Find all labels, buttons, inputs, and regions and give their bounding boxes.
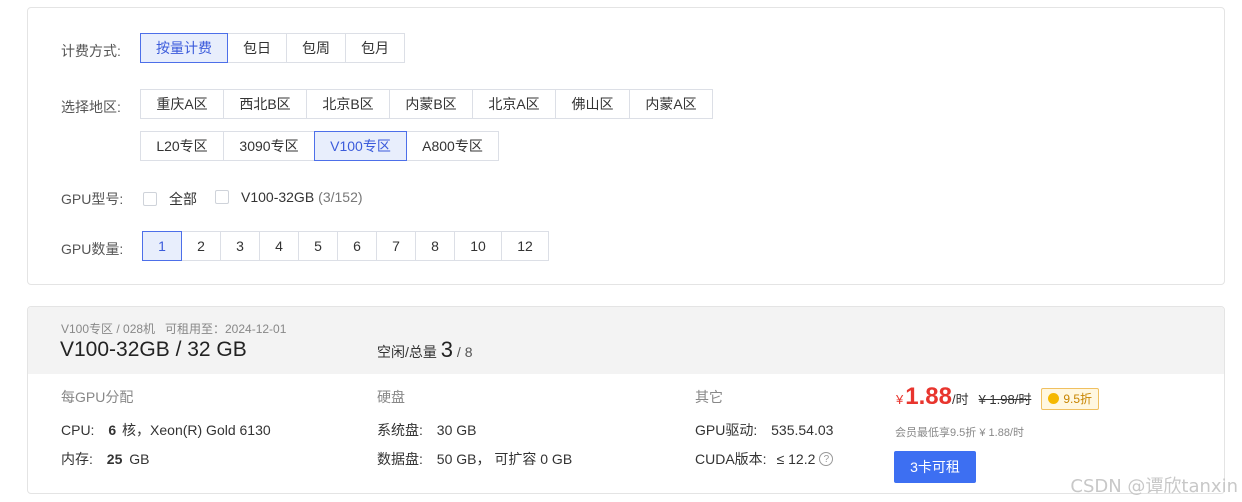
gpu-count-option[interactable]: 12 (501, 231, 549, 261)
region-option[interactable]: 北京A区 (472, 89, 556, 119)
filter-panel: 计费方式: 按量计费 包日 包周 包月 选择地区: 重庆A区 西北B区 北京B区… (27, 7, 1225, 285)
gpu-model-count: (3/152) (318, 189, 363, 205)
region-label: 选择地区: (61, 99, 121, 115)
checkbox-icon (143, 192, 157, 206)
gpu-model-all-checkbox[interactable]: 全部 (143, 189, 197, 209)
region-option[interactable]: A800专区 (406, 131, 499, 161)
machine-title: V100-32GB / 32 GB (60, 338, 247, 361)
billing-option-weekly[interactable]: 包周 (286, 33, 346, 63)
data-disk-value: 50 GB， 可扩容 0 GB (436, 451, 573, 467)
gpu-count-options: 1 2 3 4 5 6 7 8 10 12 (142, 231, 549, 261)
coin-icon (1048, 393, 1060, 404)
price-block: ¥ 1.88 /时 ¥ 1.98/时 9.5折 (896, 383, 1100, 411)
machine-card: V100专区 / 028机 可租用至：2024-12-01 V100-32GB … (27, 306, 1225, 494)
memory-label: 内存: (61, 451, 93, 467)
price-unit: /时 (951, 392, 969, 407)
cpu-label: CPU: (61, 422, 95, 438)
billing-label: 计费方式: (61, 43, 121, 59)
region-option[interactable]: 重庆A区 (140, 89, 224, 119)
discount-text: 9.5折 (1063, 392, 1093, 406)
billing-options: 按量计费 包日 包周 包月 (140, 33, 405, 63)
gpu-count-option[interactable]: 7 (376, 231, 416, 261)
region-option[interactable]: L20专区 (140, 131, 224, 161)
gpu-driver-label: GPU驱动: (695, 422, 758, 438)
region-option[interactable]: 内蒙B区 (389, 89, 473, 119)
memory-row: 内存: 25 GB (61, 449, 149, 469)
gpu-count-option[interactable]: 4 (259, 231, 299, 261)
gpu-count-option[interactable]: 10 (454, 231, 502, 261)
help-icon[interactable]: ? (819, 452, 834, 466)
billing-option-daily[interactable]: 包日 (227, 33, 287, 63)
cpu-row: CPU: 6 核，Xeon(R) Gold 6130 (61, 420, 271, 440)
billing-option-monthly[interactable]: 包月 (345, 33, 405, 63)
billing-option-hourly[interactable]: 按量计费 (140, 33, 228, 63)
rent-until: 可租用至：2024-12-01 (165, 322, 287, 336)
watermark: CSDN @谭欣tanxin (1070, 476, 1238, 497)
cpu-count: 6 (108, 422, 117, 438)
cuda-label: CUDA版本: (695, 451, 767, 467)
gpu-model-label: GPU型号: (61, 191, 124, 207)
region-option[interactable]: 北京B区 (306, 89, 390, 119)
gpu-driver-row: GPU驱动: 535.54.03 (695, 420, 833, 440)
region-option-selected[interactable]: V100专区 (314, 131, 407, 161)
other-heading: 其它 (695, 389, 723, 405)
member-note: 会员最低享9.5折 ¥ 1.88/时 (895, 427, 1024, 439)
gpu-driver-value: 535.54.03 (771, 422, 834, 438)
memory-unit: GB (129, 451, 150, 467)
discount-badge: 9.5折 (1041, 387, 1100, 410)
gpu-count-option[interactable]: 2 (181, 231, 221, 261)
gpu-count-option[interactable]: 3 (220, 231, 260, 261)
cuda-row: CUDA版本: ≤ 12.2 ? (695, 449, 834, 469)
gpu-count-option[interactable]: 8 (415, 231, 455, 261)
idle-count: 3 (440, 337, 454, 362)
total-count: / 8 (456, 344, 473, 360)
gpu-count-option-selected[interactable]: 1 (142, 231, 182, 261)
system-disk-value: 30 GB (436, 422, 477, 438)
idle-status: 空闲/总量 3 / 8 (377, 337, 473, 363)
memory-value: 25 (106, 451, 123, 467)
idle-label: 空闲/总量 (377, 344, 437, 360)
gpu-count-option[interactable]: 5 (298, 231, 338, 261)
system-disk-label: 系统盘: (377, 422, 423, 438)
original-price: ¥ 1.98/时 (978, 392, 1032, 407)
region-option[interactable]: 3090专区 (223, 131, 315, 161)
cpu-desc: 核，Xeon(R) Gold 6130 (122, 422, 271, 438)
system-disk-row: 系统盘: 30 GB (377, 420, 476, 440)
region-option[interactable]: 内蒙A区 (629, 89, 713, 119)
gpu-model-all-label: 全部 (169, 191, 197, 207)
per-gpu-heading: 每GPU分配 (61, 389, 134, 405)
machine-meta: V100专区 / 028机 (61, 322, 156, 336)
data-disk-row: 数据盘: 50 GB， 可扩容 0 GB (377, 449, 572, 469)
region-options-row1: 重庆A区 西北B区 北京B区 内蒙B区 北京A区 佛山区 内蒙A区 (140, 89, 713, 119)
region-option[interactable]: 佛山区 (555, 89, 630, 119)
disk-heading: 硬盘 (377, 389, 405, 405)
data-disk-label: 数据盘: (377, 451, 423, 467)
cuda-value: ≤ 12.2 (776, 451, 816, 467)
price-value: 1.88 (905, 383, 952, 410)
gpu-model-option-label: V100-32GB (241, 189, 315, 205)
gpu-count-label: GPU数量: (61, 241, 124, 257)
region-options-row2: L20专区 3090专区 V100专区 A800专区 (140, 131, 499, 161)
currency-symbol: ¥ (896, 392, 904, 407)
region-option[interactable]: 西北B区 (223, 89, 307, 119)
gpu-count-option[interactable]: 6 (337, 231, 377, 261)
gpu-model-v100-checkbox[interactable]: V100-32GB (3/152) (215, 189, 363, 205)
checkbox-icon (215, 190, 229, 204)
rent-button[interactable]: 3卡可租 (894, 451, 976, 483)
